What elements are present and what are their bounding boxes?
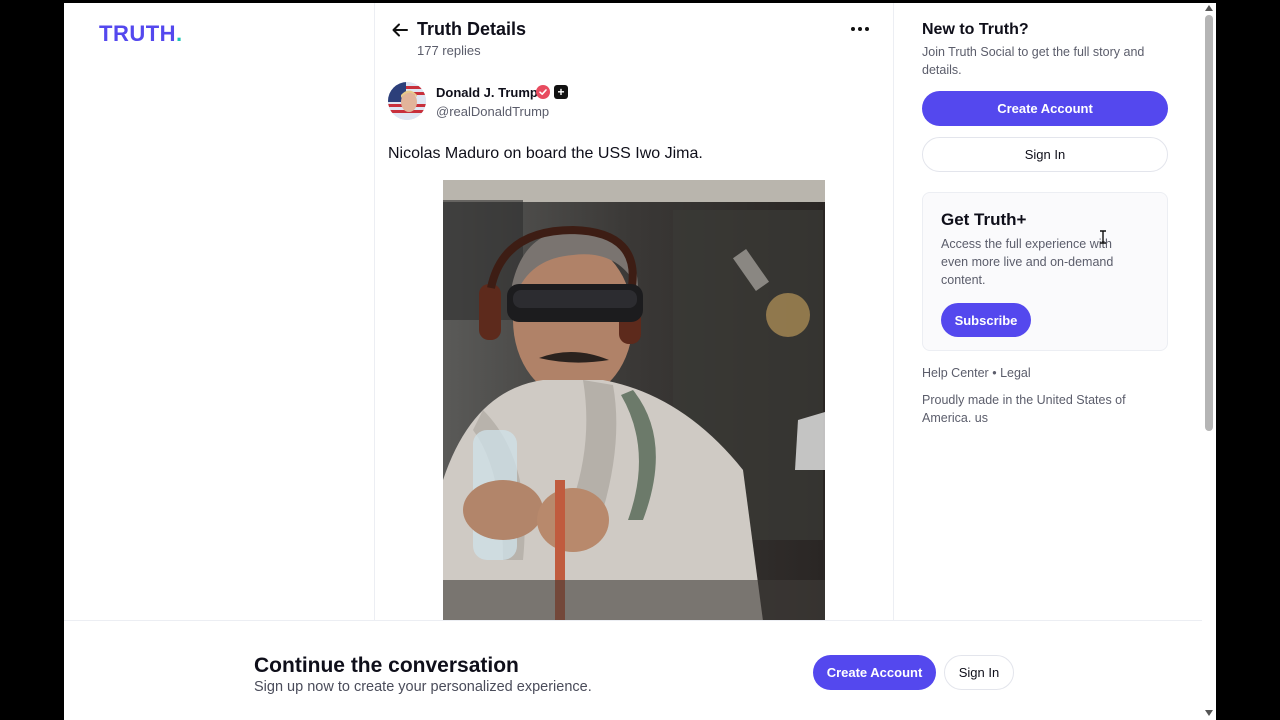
help-center-link[interactable]: Help Center: [922, 366, 989, 380]
ellipsis-icon: [851, 27, 869, 31]
right-sidebar: New to Truth? Join Truth Social to get t…: [922, 3, 1182, 623]
subscribe-button[interactable]: Subscribe: [941, 303, 1031, 337]
truth-plus-badge-icon: +: [554, 85, 568, 99]
arrow-left-icon: [392, 23, 408, 37]
post-text: Nicolas Maduro on board the USS Iwo Jima…: [388, 145, 703, 162]
banner-create-account-button[interactable]: Create Account: [813, 655, 936, 690]
banner-subtitle: Sign up now to create your personalized …: [254, 679, 592, 695]
truth-logo[interactable]: TRUTH.: [99, 21, 183, 47]
post-image[interactable]: [443, 180, 825, 621]
link-separator: •: [992, 366, 997, 380]
truth-plus-title: Get Truth+: [941, 210, 1027, 229]
create-account-button[interactable]: Create Account: [922, 91, 1168, 126]
browser-viewport: TRUTH. Truth Details 177 replies Donald …: [64, 3, 1216, 720]
new-to-truth-description: Join Truth Social to get the full story …: [922, 45, 1145, 77]
text-cursor-icon: [1100, 230, 1106, 244]
scroll-up-arrow-icon[interactable]: [1205, 5, 1213, 11]
scroll-down-arrow-icon[interactable]: [1205, 710, 1213, 716]
back-button[interactable]: [389, 19, 411, 41]
page-title: Truth Details: [417, 19, 527, 39]
author-name[interactable]: Donald J. Trump: [436, 85, 538, 100]
truth-plus-description: Access the full experience with even mor…: [941, 237, 1114, 287]
signup-banner: Continue the conversation Sign up now to…: [64, 620, 1202, 720]
new-to-truth-title: New to Truth?: [922, 21, 1029, 38]
scroll-thumb[interactable]: [1205, 15, 1213, 431]
made-in-text: Proudly made in the United States of Ame…: [922, 393, 1126, 425]
avatar[interactable]: [388, 82, 426, 120]
verified-check-icon: [536, 85, 550, 99]
banner-sign-in-button[interactable]: Sign In: [944, 655, 1014, 690]
legal-link[interactable]: Legal: [1000, 366, 1031, 380]
sign-in-button[interactable]: Sign In: [922, 137, 1168, 172]
footer-links: Help Center • Legal: [922, 366, 1031, 380]
more-options-button[interactable]: [848, 17, 872, 41]
post-column: Truth Details 177 replies Donald J. Trum…: [374, 3, 894, 623]
page-scrollbar[interactable]: [1202, 3, 1216, 720]
replies-count: 177 replies: [417, 43, 481, 58]
author-handle[interactable]: @realDonaldTrump: [436, 104, 549, 119]
truth-plus-card: Get Truth+ Access the full experience wi…: [922, 192, 1168, 351]
banner-title: Continue the conversation: [254, 654, 519, 677]
